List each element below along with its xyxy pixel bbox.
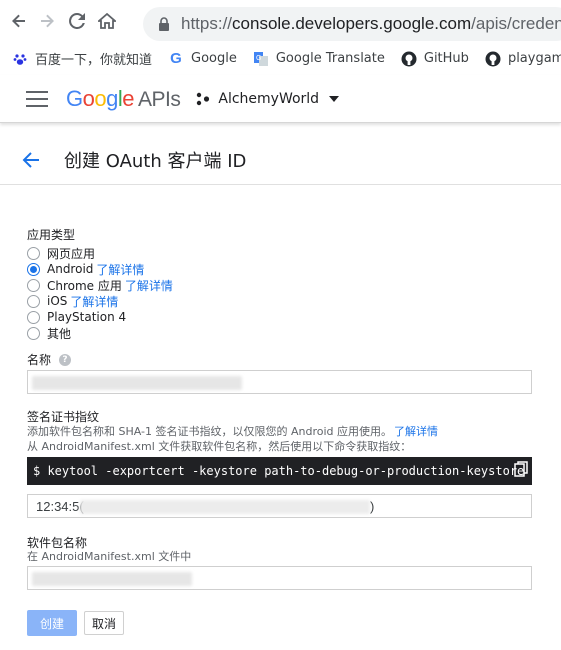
- logo-google: Google: [66, 85, 135, 111]
- radio-web-app[interactable]: 网页应用: [27, 245, 537, 261]
- reload-icon[interactable]: [64, 8, 90, 34]
- learn-more-link[interactable]: 了解详情: [70, 293, 118, 310]
- google-translate-icon: G: [253, 51, 269, 67]
- learn-more-link[interactable]: 了解详情: [125, 277, 173, 294]
- bookmark-baidu[interactable]: 百度一下，你就知道: [12, 49, 152, 68]
- radio-other[interactable]: 其他: [27, 325, 537, 341]
- github-icon: [401, 51, 417, 67]
- baidu-paw-icon: [12, 51, 28, 67]
- github-icon: [485, 51, 501, 67]
- name-label: 名称 ?: [27, 351, 72, 368]
- project-name: AlchemyWorld: [218, 90, 320, 107]
- bookmark-google-translate[interactable]: G Google Translate: [253, 51, 385, 67]
- radio-chrome-app[interactable]: Chrome 应用 了解详情: [27, 277, 537, 293]
- keytool-command: $ keytool -exportcert -keystore path-to-…: [27, 457, 532, 485]
- project-dots-icon: [197, 92, 210, 105]
- back-icon[interactable]: [6, 8, 32, 34]
- back-arrow-icon[interactable]: [20, 149, 42, 171]
- address-bar[interactable]: https://console.developers.google.com/ap…: [143, 7, 561, 41]
- radio-button[interactable]: [27, 278, 40, 292]
- page-title: 创建 OAuth 客户端 ID: [64, 150, 247, 172]
- home-icon[interactable]: [94, 8, 120, 34]
- radio-button[interactable]: [27, 326, 40, 340]
- bookmark-google[interactable]: G Google: [168, 50, 237, 67]
- radio-button[interactable]: [27, 294, 40, 308]
- signature-hint: 从 AndroidManifest.xml 文件获取软件包名称，然后使用以下命令…: [27, 440, 412, 453]
- package-name-input[interactable]: [27, 566, 532, 590]
- bookmark-playgameser[interactable]: playgameser: [485, 51, 561, 67]
- google-g-icon: G: [170, 50, 182, 67]
- redacted-value: [80, 500, 370, 514]
- app-type-label: 应用类型: [27, 228, 76, 242]
- create-button[interactable]: 创建: [27, 610, 77, 636]
- cancel-button[interactable]: 取消: [84, 611, 124, 635]
- console-header: Google APIs AlchemyWorld: [0, 75, 561, 123]
- sha1-input[interactable]: 12:34:5( ): [27, 494, 532, 518]
- page-header: 创建 OAuth 客户端 ID: [0, 135, 561, 185]
- browser-toolbar: https://console.developers.google.com/ap…: [0, 0, 561, 42]
- radio-button[interactable]: [27, 310, 40, 324]
- bookmark-github[interactable]: GitHub: [401, 51, 469, 67]
- name-input[interactable]: [27, 370, 532, 394]
- command-text: $ keytool -exportcert -keystore path-to-…: [33, 464, 532, 478]
- forward-icon[interactable]: [34, 8, 60, 34]
- radio-ios[interactable]: iOS 了解详情: [27, 293, 537, 309]
- redacted-value: [32, 376, 242, 390]
- signature-description: 添加软件包名称和 SHA-1 签名证书指纹，以仅限您的 Android 应用使用…: [27, 425, 439, 438]
- menu-icon[interactable]: [26, 90, 48, 107]
- copy-icon[interactable]: [514, 461, 528, 477]
- logo-apis: APIs: [138, 87, 181, 111]
- package-name-hint: 在 AndroidManifest.xml 文件中: [27, 550, 192, 563]
- radio-playstation4[interactable]: PlayStation 4: [27, 309, 537, 325]
- learn-more-link[interactable]: 了解详情: [96, 261, 144, 278]
- radio-android[interactable]: Android 了解详情: [27, 261, 537, 277]
- project-selector[interactable]: AlchemyWorld: [196, 90, 340, 107]
- radio-button-selected[interactable]: [27, 262, 40, 276]
- svg-text:G: G: [256, 55, 261, 62]
- help-icon[interactable]: ?: [59, 353, 72, 366]
- app-type-section: 应用类型 网页应用 Android 了解详情 Chrome 应用 了解详情 iO…: [27, 226, 537, 341]
- bookmarks-bar: 百度一下，你就知道 G Google G Google Translate Gi…: [0, 42, 561, 75]
- redacted-value: [32, 572, 192, 586]
- url-text: https://console.developers.google.com/ap…: [181, 14, 561, 33]
- dropdown-caret-icon: [329, 95, 340, 102]
- radio-button[interactable]: [27, 246, 40, 260]
- learn-more-link[interactable]: 了解详情: [394, 425, 438, 438]
- google-apis-logo[interactable]: Google APIs: [66, 85, 181, 112]
- lock-icon: [159, 17, 169, 31]
